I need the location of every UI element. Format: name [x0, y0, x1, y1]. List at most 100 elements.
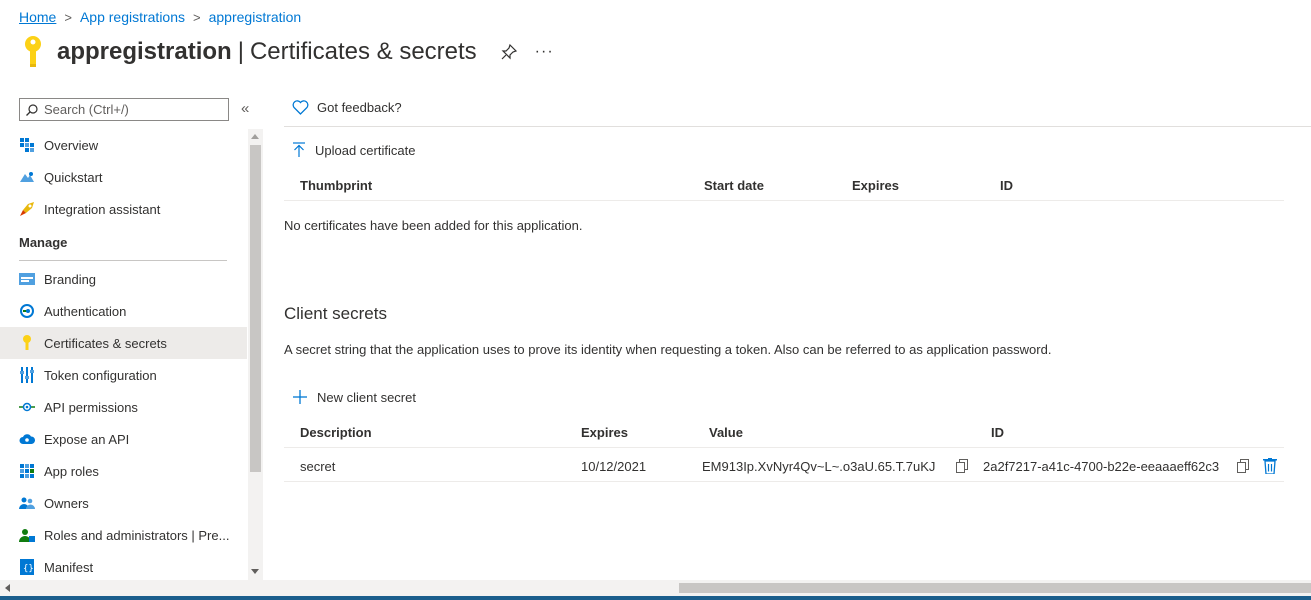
feedback-label: Got feedback?	[317, 100, 402, 115]
key-icon	[25, 36, 41, 67]
title-separator: |	[237, 38, 244, 65]
secret-id-cell: 2a2f7217-a41c-4700-b22e-eeaaaeff62c3	[983, 459, 1220, 474]
sidebar-item-token-configuration[interactable]: Token configuration	[0, 359, 247, 391]
sidebar-scrollbar[interactable]	[248, 129, 263, 580]
upload-icon	[293, 142, 305, 157]
page-title: Certificates & secrets	[249, 38, 477, 65]
sidebar: Search (Ctrl+/) « Overview Quickstart In…	[0, 92, 264, 580]
sidebar-item-app-roles[interactable]: App roles	[0, 455, 247, 487]
column-header-start-date[interactable]: Start date	[704, 178, 764, 193]
sidebar-item-quickstart[interactable]: Quickstart	[0, 161, 247, 193]
client-secrets-description: A secret string that the application use…	[284, 342, 1052, 357]
secret-value-cell: EM913Ip.XvNyr4Qv~L~.o3aU.65.T.7uKJ	[702, 459, 936, 474]
overview-icon	[19, 137, 35, 153]
sidebar-divider	[19, 260, 227, 261]
upload-certificate-label: Upload certificate	[315, 142, 416, 158]
rocket-icon	[19, 201, 35, 217]
column-header-value[interactable]: Value	[709, 425, 743, 440]
search-placeholder: Search (Ctrl+/)	[44, 102, 129, 117]
sidebar-item-label: Branding	[44, 271, 97, 287]
secret-expires-cell: 10/12/2021	[581, 459, 647, 474]
sidebar-item-label: Token configuration	[44, 367, 157, 383]
owners-icon	[19, 495, 35, 511]
api-permissions-icon	[19, 399, 35, 415]
app-roles-icon	[19, 463, 35, 479]
sidebar-nav: Overview Quickstart Integration assistan…	[0, 129, 247, 580]
sidebar-item-expose-an-api[interactable]: Expose an API	[0, 423, 247, 455]
sidebar-item-label: Expose an API	[44, 431, 130, 447]
token-icon	[19, 367, 35, 383]
column-header-id[interactable]: ID	[991, 425, 1004, 440]
sidebar-item-label: Manifest	[44, 559, 94, 575]
copy-id-icon[interactable]	[1237, 459, 1249, 473]
sidebar-item-api-permissions[interactable]: API permissions	[0, 391, 247, 423]
secrets-table-header: Description Expires Value ID	[284, 416, 1284, 448]
sidebar-item-label: Roles and administrators | Pre...	[44, 527, 230, 543]
roles-icon	[19, 527, 35, 543]
sidebar-item-label: Certificates & secrets	[44, 335, 167, 351]
scroll-left-icon[interactable]	[5, 584, 10, 592]
breadcrumb-home-link[interactable]: Home	[19, 9, 56, 25]
breadcrumb-current-link[interactable]: appregistration	[209, 9, 302, 25]
column-header-expires[interactable]: Expires	[852, 178, 899, 193]
pin-icon[interactable]	[501, 44, 517, 60]
sidebar-item-branding[interactable]: Branding	[0, 263, 247, 295]
branding-icon	[19, 271, 35, 287]
column-header-thumbprint[interactable]: Thumbprint	[300, 178, 372, 193]
column-header-description[interactable]: Description	[300, 425, 372, 440]
sidebar-item-label: Overview	[44, 137, 99, 153]
horizontal-scrollbar[interactable]	[0, 580, 1311, 596]
page-header: appregistration | Certificates & secrets…	[20, 36, 554, 68]
certificates-empty-message: No certificates have been added for this…	[284, 218, 583, 233]
new-client-secret-label: New client secret	[317, 389, 416, 405]
authentication-icon	[19, 303, 35, 319]
sidebar-item-overview[interactable]: Overview	[0, 129, 247, 161]
heart-icon	[292, 100, 309, 115]
sidebar-item-label: Authentication	[44, 303, 127, 319]
sidebar-item-certificates-secrets[interactable]: Certificates & secrets	[0, 327, 247, 359]
table-row: secret 10/12/2021 EM913Ip.XvNyr4Qv~L~.o3…	[284, 450, 1284, 482]
cloud-icon	[19, 431, 35, 447]
upload-certificate-button[interactable]: Upload certificate	[292, 142, 415, 158]
breadcrumb-separator: >	[193, 9, 201, 25]
more-options-icon[interactable]: ···	[535, 43, 554, 61]
feedback-button[interactable]: Got feedback?	[292, 100, 402, 115]
scroll-up-icon[interactable]	[251, 134, 259, 139]
sidebar-item-label: Quickstart	[44, 169, 103, 185]
sidebar-item-owners[interactable]: Owners	[0, 487, 247, 519]
sidebar-item-label: Integration assistant	[44, 201, 161, 217]
sidebar-item-authentication[interactable]: Authentication	[0, 295, 247, 327]
client-secrets-title: Client secrets	[284, 304, 387, 323]
key-icon	[19, 335, 35, 351]
column-header-expires[interactable]: Expires	[581, 425, 628, 440]
app-name-title: appregistration	[57, 38, 232, 65]
manifest-icon: {}	[19, 559, 35, 575]
sidebar-item-label: App roles	[44, 463, 99, 479]
sidebar-item-label: API permissions	[44, 399, 138, 415]
quickstart-icon	[19, 169, 35, 185]
scrollbar-thumb[interactable]	[679, 583, 1311, 593]
status-bar	[0, 596, 1311, 600]
new-client-secret-button[interactable]: New client secret	[292, 389, 416, 405]
breadcrumb-separator: >	[64, 9, 72, 25]
scroll-down-icon[interactable]	[251, 569, 259, 574]
breadcrumb: Home > App registrations > appregistrati…	[19, 9, 301, 25]
sidebar-section-manage: Manage	[19, 235, 68, 250]
plus-icon	[293, 390, 307, 404]
collapse-sidebar-button[interactable]: «	[241, 100, 249, 117]
copy-value-icon[interactable]	[956, 459, 968, 473]
breadcrumb-app-registrations-link[interactable]: App registrations	[80, 9, 185, 25]
sidebar-item-roles-administrators[interactable]: Roles and administrators | Pre...	[0, 519, 247, 551]
scrollbar-thumb[interactable]	[250, 145, 261, 472]
search-icon	[26, 103, 38, 116]
column-header-id[interactable]: ID	[1000, 178, 1013, 193]
certificates-table-header: Thumbprint Start date Expires ID	[284, 169, 1284, 201]
sidebar-item-integration-assistant[interactable]: Integration assistant	[0, 193, 247, 225]
svg-text:{}: {}	[23, 564, 34, 574]
sidebar-item-manifest[interactable]: {} Manifest	[0, 551, 247, 580]
divider	[284, 126, 1311, 127]
delete-icon[interactable]	[1263, 458, 1277, 474]
sidebar-search-input[interactable]: Search (Ctrl+/)	[19, 98, 229, 121]
sidebar-item-label: Owners	[44, 495, 89, 511]
secret-description-cell: secret	[300, 459, 336, 474]
